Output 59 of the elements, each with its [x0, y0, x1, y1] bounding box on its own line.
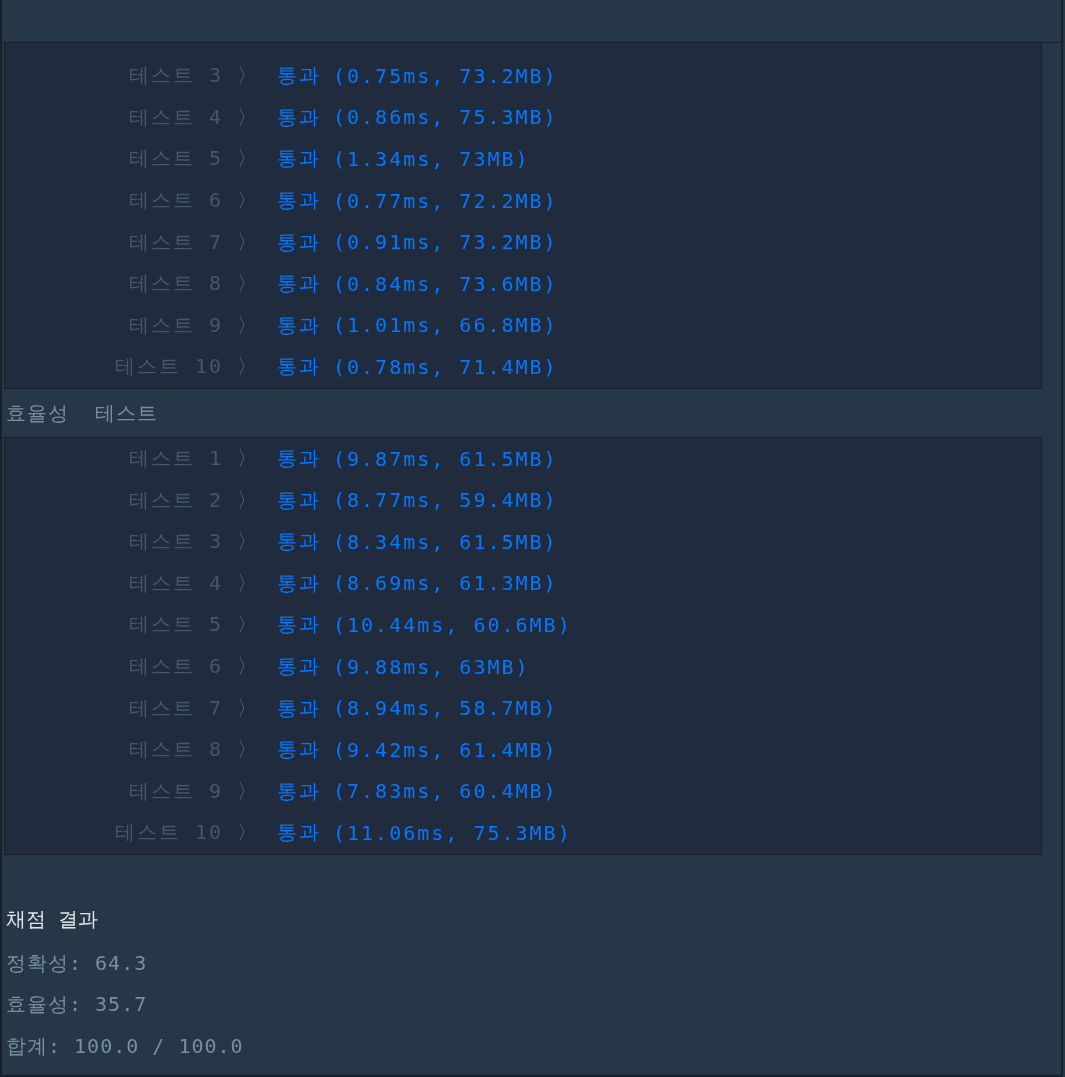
chevron-text: 〉 [236, 311, 260, 339]
chevron-text: 〉 [236, 228, 260, 256]
result-detail: (9.88ms, 63MB) [333, 654, 530, 679]
result-detail: (11.06ms, 75.3MB) [333, 820, 572, 845]
status-text: 통과 [277, 353, 321, 381]
chevron-text: 〉 [236, 187, 260, 215]
chevron-text: 〉 [236, 445, 260, 473]
status-text: 통과 [277, 528, 321, 556]
chevron-text: 〉 [236, 736, 260, 764]
result-detail: (8.69ms, 61.3MB) [333, 571, 558, 596]
status-text: 통과 [277, 569, 321, 597]
chevron-text: 〉 [236, 611, 260, 639]
status-text: 통과 [277, 103, 321, 131]
chevron-text: 〉 [236, 145, 260, 173]
score-line: 합계: 100.0 / 100.0 [5, 1032, 245, 1060]
result-title: 채점 결과 [5, 905, 100, 933]
status-text: 통과 [277, 187, 321, 215]
chevron-text: 〉 [236, 62, 260, 90]
status-text: 통과 [277, 228, 321, 256]
status-text: 통과 [277, 694, 321, 722]
chevron-text: 〉 [236, 694, 260, 722]
status-text: 통과 [277, 736, 321, 764]
result-detail: (0.78ms, 71.4MB) [333, 354, 558, 379]
result-detail: (0.84ms, 73.6MB) [333, 271, 558, 296]
status-text: 통과 [277, 445, 321, 473]
status-text: 통과 [277, 145, 321, 173]
result-detail: (0.86ms, 75.3MB) [333, 105, 558, 130]
result-detail: (0.91ms, 73.2MB) [333, 230, 558, 255]
chevron-text: 〉 [236, 353, 260, 381]
status-text: 통과 [277, 819, 321, 847]
status-text: 통과 [277, 653, 321, 680]
result-detail: (0.77ms, 72.2MB) [333, 188, 558, 213]
score-line: 효율성: 35.7 [5, 991, 149, 1019]
result-detail: (8.77ms, 59.4MB) [333, 488, 558, 513]
chevron-text: 〉 [236, 270, 260, 298]
chevron-text: 〉 [236, 569, 260, 597]
result-detail: (9.42ms, 61.4MB) [333, 737, 558, 762]
result-detail: (0.75ms, 73.2MB) [333, 63, 558, 88]
result-detail: (1.01ms, 66.8MB) [333, 313, 558, 338]
result-detail: (10.44ms, 60.6MB) [333, 612, 572, 637]
chevron-text: 〉 [236, 103, 260, 131]
result-detail: (1.34ms, 73MB) [333, 147, 530, 171]
score-line: 정확성: 64.3 [5, 949, 149, 977]
result-detail: (9.87ms, 61.5MB) [333, 446, 558, 471]
chevron-text: 〉 [236, 819, 260, 847]
status-text: 통과 [277, 486, 321, 514]
result-detail: (8.34ms, 61.5MB) [333, 529, 558, 554]
status-text: 통과 [277, 270, 321, 298]
chevron-text: 〉 [236, 777, 260, 805]
result-detail: (8.94ms, 58.7MB) [333, 696, 558, 721]
chevron-text: 〉 [236, 528, 260, 556]
status-text: 통과 [277, 777, 321, 805]
result-detail: (7.83ms, 60.4MB) [333, 779, 558, 804]
status-text: 통과 [277, 62, 321, 90]
chevron-text: 〉 [236, 653, 260, 680]
chevron-text: 〉 [236, 486, 260, 514]
section-title: 효율성 테스트 [5, 399, 160, 427]
status-text: 통과 [277, 311, 321, 339]
status-text: 통과 [277, 611, 321, 639]
